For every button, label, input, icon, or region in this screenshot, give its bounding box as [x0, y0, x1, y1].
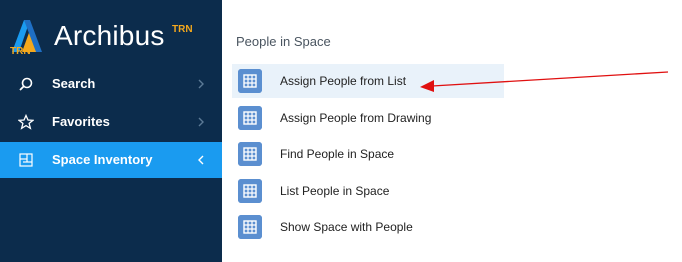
sidebar-item-label: Search: [52, 76, 96, 91]
grid-table-icon: [238, 142, 262, 166]
logo-badge-text: TRN: [10, 46, 31, 57]
chevron-left-icon: [198, 155, 204, 165]
task-label: List People in Space: [280, 184, 390, 198]
task-assign-people-from-drawing[interactable]: Assign People from Drawing: [232, 101, 504, 135]
task-find-people-in-space[interactable]: Find People in Space: [232, 137, 504, 171]
chevron-right-icon: [198, 79, 204, 89]
sidebar-item-label: Space Inventory: [52, 152, 153, 167]
star-icon: [18, 114, 34, 130]
sidebar-item-favorites[interactable]: Favorites: [0, 104, 222, 140]
task-label: Assign People from List: [280, 74, 407, 88]
grid-table-icon: [238, 215, 262, 239]
grid-table-icon: [238, 69, 262, 93]
sidebar-item-label: Favorites: [52, 114, 110, 129]
task-label: Find People in Space: [280, 147, 395, 161]
grid-table-icon: [238, 179, 262, 203]
task-list-people-in-space[interactable]: List People in Space: [232, 174, 504, 208]
sidebar: TRN Archibus TRN Search Favorites Space …: [0, 0, 222, 262]
app-logo[interactable]: TRN Archibus TRN: [0, 0, 222, 66]
search-icon: [19, 77, 33, 91]
sidebar-item-search[interactable]: Search: [0, 66, 222, 102]
task-show-space-with-people[interactable]: Show Space with People: [232, 210, 504, 244]
section-title: People in Space: [236, 34, 331, 49]
task-label: Show Space with People: [280, 220, 413, 234]
grid-table-icon: [238, 106, 262, 130]
chevron-right-icon: [198, 117, 204, 127]
floor-plan-icon: [19, 153, 33, 167]
task-assign-people-from-list[interactable]: Assign People from List: [232, 64, 504, 98]
task-panel: People in Space Assign People from List …: [222, 0, 682, 262]
app-name: Archibus: [54, 20, 165, 51]
sidebar-item-space-inventory[interactable]: Space Inventory: [0, 142, 222, 178]
app-name-superscript: TRN: [172, 24, 193, 35]
task-label: Assign People from Drawing: [280, 111, 432, 125]
